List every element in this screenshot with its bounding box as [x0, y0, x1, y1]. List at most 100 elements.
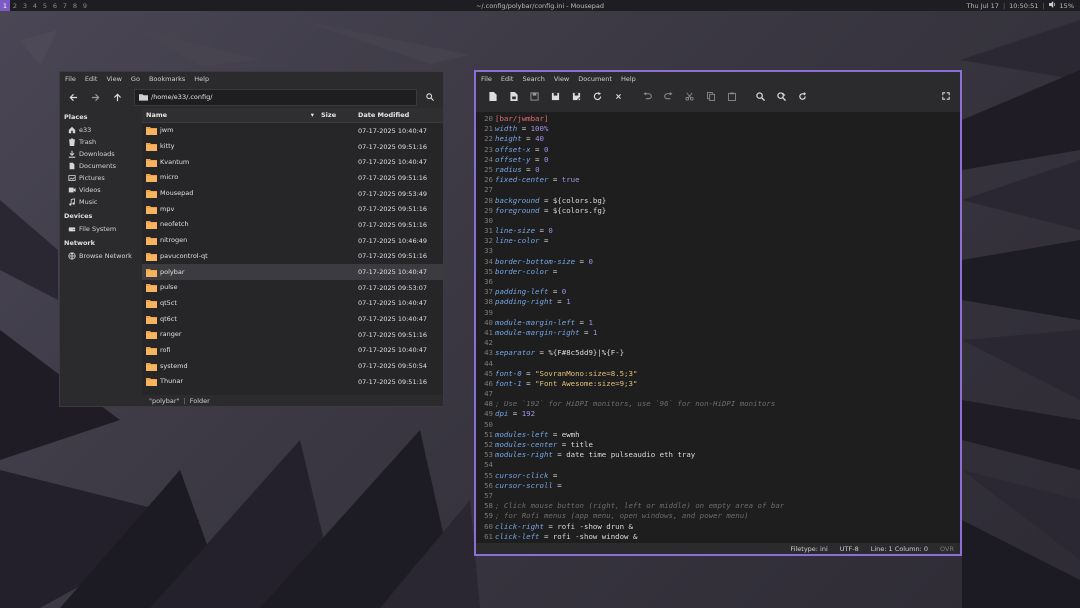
search-button[interactable] [421, 88, 439, 106]
new-window-button[interactable] [503, 87, 524, 105]
file-rows: jwm 07-17-2025 10:40:47 kitty 07-17-2025 09… [142, 123, 443, 390]
forward-button[interactable] [86, 88, 104, 106]
file-row[interactable]: kitty 07-17-2025 09:51:16 [142, 139, 443, 155]
menu-file[interactable]: File [65, 75, 76, 83]
file-row[interactable]: qt5ct 07-17-2025 10:40:47 [142, 296, 443, 312]
status-encoding[interactable]: UTF-8 [840, 545, 859, 553]
line-text: modules-left = ewmh [495, 429, 580, 439]
workspace-3[interactable]: 3 [20, 0, 30, 11]
sort-down-icon: ▾ [310, 111, 314, 119]
code-line: 34 border-bottom-size = 0 [476, 257, 960, 267]
workspace-7[interactable]: 7 [60, 0, 70, 11]
up-button[interactable] [108, 88, 126, 106]
reload-button[interactable] [587, 87, 608, 105]
file-row[interactable]: polybar 07-17-2025 10:40:47 [142, 264, 443, 280]
file-name: Mousepad [160, 189, 194, 198]
workspace-1[interactable]: 1 [0, 0, 10, 11]
menu-help[interactable]: Help [194, 75, 209, 83]
file-row[interactable]: systemd 07-17-2025 09:50:54 [142, 358, 443, 374]
volume-label[interactable]: 15% [1060, 2, 1074, 10]
sidebar-item-documents[interactable]: Documents [64, 160, 142, 172]
file-row[interactable]: Mousepad 07-17-2025 09:53:49 [142, 186, 443, 202]
copy-icon [706, 91, 715, 101]
file-name-cell: pulse [142, 283, 318, 293]
menu-bookmarks[interactable]: Bookmarks [149, 75, 185, 83]
open-button[interactable] [524, 87, 545, 105]
menu-view[interactable]: View [554, 75, 569, 83]
menu-search[interactable]: Search [522, 75, 544, 83]
workspace-8[interactable]: 8 [70, 0, 80, 11]
file-row[interactable]: nitrogen 07-17-2025 10:46:49 [142, 233, 443, 249]
sidebar-item-downloads[interactable]: Downloads [64, 148, 142, 160]
find-button[interactable] [750, 87, 771, 105]
workspace-4[interactable]: 4 [30, 0, 40, 11]
workspace-5[interactable]: 5 [40, 0, 50, 11]
workspace-6[interactable]: 6 [50, 0, 60, 11]
close-button[interactable] [608, 87, 629, 105]
paste-button[interactable] [721, 87, 742, 105]
column-date-modified[interactable]: Date Modified [355, 111, 443, 119]
file-row[interactable]: micro 07-17-2025 09:51:16 [142, 170, 443, 186]
file-row[interactable]: qt6ct 07-17-2025 10:40:47 [142, 311, 443, 327]
file-row[interactable]: Thunar 07-17-2025 09:51:16 [142, 374, 443, 390]
file-row[interactable]: pavucontrol-qt 07-17-2025 09:51:16 [142, 249, 443, 265]
copy-button[interactable] [700, 87, 721, 105]
code-line: 37 padding-left = 0 [476, 287, 960, 297]
file-row[interactable]: jwm 07-17-2025 10:40:47 [142, 123, 443, 139]
location-bar[interactable]: /home/e33/.config/ [134, 88, 417, 106]
find-replace-button[interactable] [771, 87, 792, 105]
sidebar-item-music[interactable]: Music [64, 196, 142, 208]
file-list-header: Name ▾ Size Date Modified [142, 108, 443, 123]
code-line: 52 modules-center = title [476, 440, 960, 450]
file-row[interactable]: pulse 07-17-2025 09:53:07 [142, 280, 443, 296]
new-file-button[interactable] [482, 87, 503, 105]
file-name: qt6ct [160, 314, 177, 323]
find-replace-icon [777, 91, 786, 101]
menu-help[interactable]: Help [621, 75, 636, 83]
code-line: 28 background = ${colors.bg} [476, 196, 960, 206]
line-number: 25 [484, 164, 493, 174]
file-name-cell: jwm [142, 126, 318, 136]
file-name: pavucontrol-qt [160, 251, 208, 260]
save-button[interactable] [545, 87, 566, 105]
cut-button[interactable] [679, 87, 700, 105]
menu-edit[interactable]: Edit [501, 75, 514, 83]
volume-icon[interactable] [1048, 1, 1056, 10]
file-row[interactable]: rofi 07-17-2025 10:40:47 [142, 343, 443, 359]
workspace-2[interactable]: 2 [10, 0, 20, 11]
file-row[interactable]: neofetch 07-17-2025 09:51:16 [142, 217, 443, 233]
menu-edit[interactable]: Edit [85, 75, 98, 83]
sidebar-item-browse-network[interactable]: Browse Network [64, 250, 142, 262]
close-icon [616, 93, 621, 99]
menu-document[interactable]: Document [578, 75, 612, 83]
date-label: Thu Jul 17 [966, 1, 999, 10]
status-filetype[interactable]: Filetype: ini [790, 545, 827, 553]
save-as-button[interactable] [566, 87, 587, 105]
separator: | [1002, 1, 1006, 10]
network-heading: Network [64, 239, 95, 247]
file-row[interactable]: Kvantum 07-17-2025 10:40:47 [142, 154, 443, 170]
sidebar-item-home[interactable]: e33 [64, 124, 142, 136]
sidebar-item-trash[interactable]: Trash [64, 136, 142, 148]
undo-button[interactable] [637, 87, 658, 105]
menu-go[interactable]: Go [131, 75, 140, 83]
sidebar-item-videos[interactable]: Videos [64, 184, 142, 196]
menu-file[interactable]: File [481, 75, 492, 83]
line-text: foreground = ${colors.fg} [495, 205, 607, 215]
column-size[interactable]: Size [318, 111, 355, 119]
column-name[interactable]: Name ▾ [142, 111, 318, 119]
redo-button[interactable] [658, 87, 679, 105]
text-editor-area[interactable]: 20 [bar/jwmbar] 21 width = 100% 22 height = 4… [476, 112, 960, 543]
file-row[interactable]: mpv 07-17-2025 09:51:16 [142, 201, 443, 217]
back-button[interactable] [64, 88, 82, 106]
code-line: 30 [476, 216, 960, 226]
sidebar-item-file-system[interactable]: File System [64, 223, 142, 235]
sidebar-item-pictures[interactable]: Pictures [64, 172, 142, 184]
goto-button[interactable] [792, 87, 813, 105]
reload-icon [593, 91, 602, 100]
workspace-9[interactable]: 9 [80, 0, 90, 11]
menu-view[interactable]: View [106, 75, 121, 83]
file-row[interactable]: ranger 07-17-2025 09:51:16 [142, 327, 443, 343]
file-name-cell: kitty [142, 142, 318, 152]
fullscreen-button[interactable] [935, 87, 956, 105]
